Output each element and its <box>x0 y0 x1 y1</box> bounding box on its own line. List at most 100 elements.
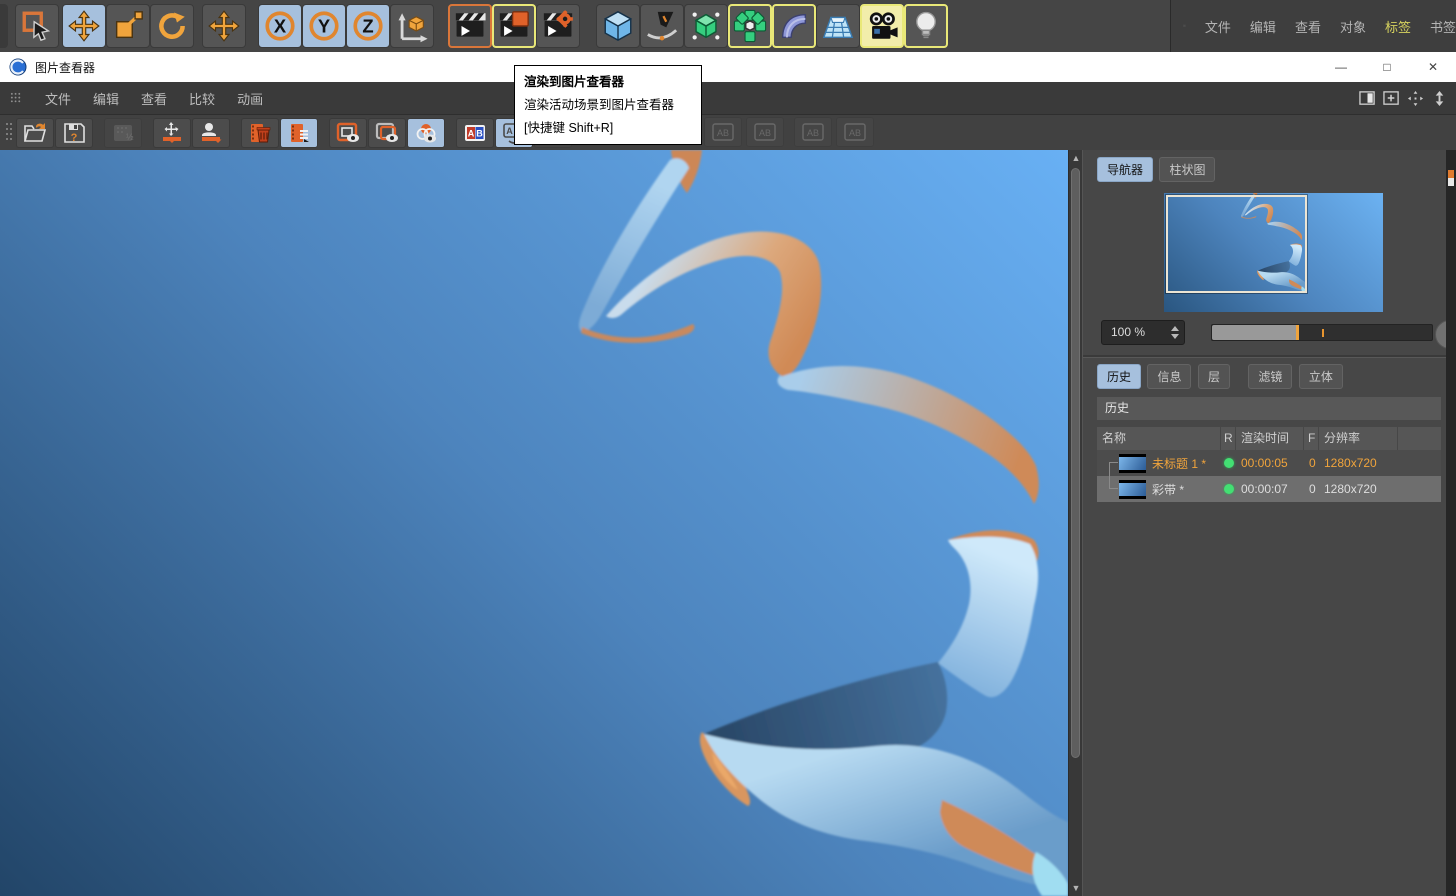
scroll-down-icon[interactable]: ▼ <box>1071 883 1081 893</box>
coordinate-system-button[interactable] <box>390 4 434 48</box>
render-status-icon <box>1224 458 1234 468</box>
main-toolbar: X Y Z 文件 编辑 查看 对象 标签 书签 <box>0 0 1456 52</box>
navigator-view-frame[interactable] <box>1166 195 1307 293</box>
last-tool-button[interactable] <box>202 4 246 48</box>
close-button[interactable]: ✕ <box>1410 52 1456 82</box>
zoom-slider-center-tick <box>1322 329 1324 337</box>
column-r[interactable]: R <box>1221 427 1236 450</box>
light-button[interactable] <box>904 4 948 48</box>
fit-to-screen-button[interactable] <box>153 117 191 148</box>
svg-text:A: A <box>468 128 475 138</box>
new-panel-icon[interactable] <box>1383 90 1400 107</box>
actual-size-button[interactable] <box>192 117 230 148</box>
zoom-slider[interactable] <box>1211 324 1433 341</box>
render-image-canvas[interactable] <box>0 150 1068 896</box>
column-render-time[interactable]: 渲染时间 <box>1236 427 1304 450</box>
column-resolution[interactable]: 分辨率 <box>1319 427 1398 450</box>
floor-button[interactable] <box>816 4 860 48</box>
open-file-button[interactable] <box>16 117 54 148</box>
delete-image-button[interactable] <box>241 117 279 148</box>
panel-grip-icon[interactable] <box>1183 19 1186 33</box>
lock-y-axis-button[interactable]: Y <box>302 4 346 48</box>
render-settings-button[interactable] <box>536 4 580 48</box>
subdivision-surface-button[interactable] <box>684 4 728 48</box>
zoom-level-field[interactable]: 100 % <box>1101 320 1185 345</box>
render-settings-icon <box>543 10 573 39</box>
tab-histogram[interactable]: 柱状图 <box>1159 157 1216 182</box>
column-name[interactable]: 名称 <box>1097 427 1221 450</box>
image-list-button[interactable] <box>280 117 318 148</box>
column-f[interactable]: F <box>1304 427 1319 450</box>
dual-view-button[interactable] <box>368 117 406 148</box>
undock-move-icon[interactable] <box>1407 90 1424 107</box>
om-menu-view[interactable]: 查看 <box>1295 17 1321 36</box>
render-frame: 0 <box>1309 482 1316 496</box>
om-menu-bookmarks[interactable]: 书签 <box>1430 17 1456 36</box>
subdivision-surface-icon <box>692 12 720 40</box>
pv-menu-file[interactable]: 文件 <box>45 89 71 108</box>
undo-partial-icon[interactable] <box>0 4 8 48</box>
toolbar-grip-icon[interactable] <box>5 122 13 144</box>
svg-text:AB: AB <box>807 128 819 138</box>
render-status-icon <box>1224 484 1234 494</box>
ab-ghost-button-4: AB <box>794 117 832 147</box>
render-to-picture-viewer-button[interactable] <box>492 4 536 48</box>
minimize-button[interactable]: — <box>1318 52 1364 82</box>
render-view-button[interactable] <box>448 4 492 48</box>
move-tool-button[interactable] <box>62 4 106 48</box>
om-menu-tags[interactable]: 标签 <box>1385 17 1411 36</box>
tab-filter[interactable]: 滤镜 <box>1248 364 1293 389</box>
ab-ghost-button-5: AB <box>836 117 874 147</box>
ab-compare-button[interactable]: A B <box>456 117 494 148</box>
tab-history[interactable]: 历史 <box>1097 364 1142 389</box>
tab-layer[interactable]: 层 <box>1197 364 1230 389</box>
tooltip-title: 渲染到图片查看器 <box>524 75 625 89</box>
lock-x-axis-button[interactable]: X <box>258 4 302 48</box>
zoom-value: 100 % <box>1111 325 1146 339</box>
spline-pen-button[interactable] <box>640 4 684 48</box>
render-frame: 0 <box>1309 456 1316 470</box>
tab-info[interactable]: 信息 <box>1147 364 1192 389</box>
scale-tool-button[interactable] <box>106 4 150 48</box>
cloner-button[interactable] <box>728 4 772 48</box>
camera-button[interactable] <box>860 4 904 48</box>
pv-menu-compare[interactable]: 比较 <box>189 89 215 108</box>
channels-view-icon <box>416 123 436 142</box>
svg-text:?: ? <box>71 132 78 144</box>
lock-z-axis-button[interactable]: Z <box>346 4 390 48</box>
delete-image-icon <box>251 123 271 142</box>
scroll-up-icon[interactable]: ▲ <box>1071 153 1081 163</box>
history-row-ribbon[interactable]: 彩带 * 00:00:07 0 1280x720 <box>1097 476 1441 502</box>
tab-stereo[interactable]: 立体 <box>1298 364 1343 389</box>
live-selection-icon <box>22 11 51 42</box>
om-menu-objects[interactable]: 对象 <box>1340 17 1366 36</box>
picture-viewer-titlebar: 图片查看器 — □ ✕ <box>0 52 1456 82</box>
maximize-button[interactable]: □ <box>1364 52 1410 82</box>
split-pane-icon[interactable] <box>1359 90 1376 107</box>
om-menu-edit[interactable]: 编辑 <box>1250 17 1276 36</box>
deformer-button[interactable] <box>772 4 816 48</box>
actual-size-icon <box>202 122 222 143</box>
navigator-thumbnail[interactable] <box>1164 193 1383 312</box>
tab-navigator[interactable]: 导航器 <box>1097 157 1154 182</box>
scrollbar-thumb[interactable] <box>1071 168 1080 758</box>
add-cube-button[interactable] <box>596 4 640 48</box>
om-menu-file[interactable]: 文件 <box>1205 17 1231 36</box>
live-selection-button[interactable] <box>15 4 59 48</box>
rendered-ribbon-image <box>578 150 1068 896</box>
pv-menu-animation[interactable]: 动画 <box>237 89 263 108</box>
halftone-disabled-button: ½ <box>104 117 142 148</box>
rotate-tool-button[interactable] <box>150 4 194 48</box>
pv-menu-edit[interactable]: 编辑 <box>93 89 119 108</box>
expand-vertical-icon[interactable] <box>1431 90 1448 107</box>
pv-menu-view[interactable]: 查看 <box>141 89 167 108</box>
channels-view-button[interactable] <box>407 117 445 148</box>
history-row-untitled[interactable]: 未标题 1 * 00:00:05 0 1280x720 <box>1097 450 1441 489</box>
canvas-vertical-scrollbar[interactable]: ▲ ▼ <box>1068 150 1082 896</box>
single-view-button[interactable] <box>329 117 367 148</box>
zoom-spinner[interactable] <box>1171 326 1179 340</box>
x-axis-letter: X <box>274 15 287 36</box>
save-image-button[interactable]: ? <box>55 117 93 148</box>
panel-grip-icon[interactable] <box>10 92 23 105</box>
zoom-slider-handle[interactable] <box>1296 325 1299 340</box>
